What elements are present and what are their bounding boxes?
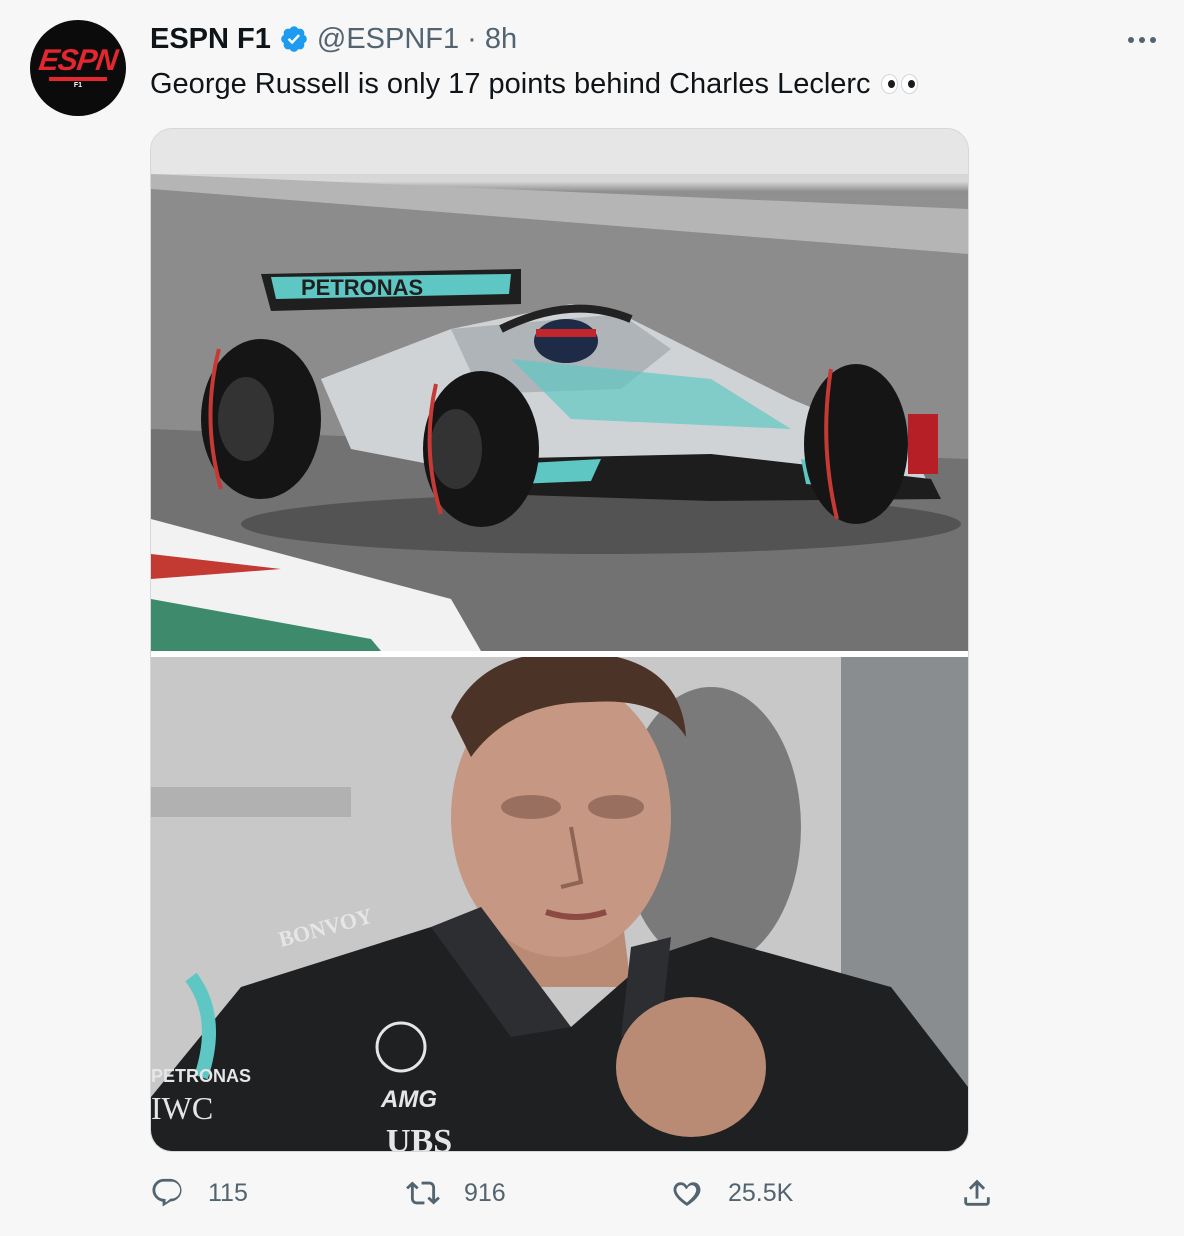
rear-wing-text: PETRONAS: [301, 275, 423, 300]
author-handle[interactable]: @ESPNF1: [317, 22, 459, 56]
more-options-icon[interactable]: [1128, 28, 1156, 52]
f1-car-illustration: PETRONAS: [151, 129, 968, 651]
more-dot: [1139, 37, 1145, 43]
suit-ubs-text: UBS: [386, 1123, 452, 1151]
share-icon: [964, 1179, 990, 1206]
photo-f1-car[interactable]: PETRONAS: [151, 129, 968, 651]
share-button[interactable]: [960, 1176, 994, 1210]
author-name[interactable]: ESPN F1: [150, 22, 271, 56]
espn-logo-bar: [49, 77, 107, 81]
photo-driver-portrait[interactable]: BONVOY PETRONAS IWC AMG UBS: [151, 657, 968, 1151]
tweet-text-body: George Russell is only 17 points behind …: [150, 68, 871, 100]
eye-right: [900, 74, 918, 94]
verified-badge-icon: [281, 26, 307, 52]
tweet-text: George Russell is only 17 points behind …: [150, 66, 918, 102]
driver-portrait-illustration: BONVOY PETRONAS IWC AMG UBS: [151, 657, 968, 1151]
espn-logo-sub: F1: [73, 82, 83, 89]
avatar[interactable]: ESPN F1: [30, 20, 126, 116]
like-button[interactable]: 25.5K: [670, 1176, 793, 1210]
tweet-header: ESPN F1 @ESPNF1 · 8h: [150, 22, 517, 56]
more-dot: [1150, 37, 1156, 43]
suit-amg-text: AMG: [380, 1086, 437, 1113]
espn-logo-text: ESPN: [36, 44, 120, 77]
tweet-time[interactable]: 8h: [485, 22, 517, 56]
tweet-card[interactable]: ESPN F1 ESPN F1 @ESPNF1 · 8h George Russ…: [0, 0, 1184, 1236]
reply-icon: [152, 1178, 182, 1207]
reply-count: 115: [208, 1178, 248, 1207]
separator-dot: ·: [467, 23, 477, 55]
tweet-actions: 115 916 25.5K: [150, 1176, 1000, 1220]
more-dot: [1128, 37, 1134, 43]
retweet-count: 916: [464, 1178, 506, 1207]
like-count: 25.5K: [728, 1178, 794, 1207]
retweet-icon: [406, 1181, 440, 1205]
eyes-emoji-icon: [880, 74, 918, 94]
tweet-media[interactable]: PETRONAS BONVOY PETRONAS IWC AMG UBS: [150, 128, 969, 1152]
retweet-button[interactable]: 916: [406, 1176, 506, 1210]
suit-petronas-text: PETRONAS: [151, 1066, 251, 1086]
heart-icon: [673, 1182, 701, 1206]
suit-iwc-text: IWC: [151, 1090, 213, 1126]
eye-left: [880, 74, 898, 94]
reply-button[interactable]: 115: [150, 1176, 248, 1210]
